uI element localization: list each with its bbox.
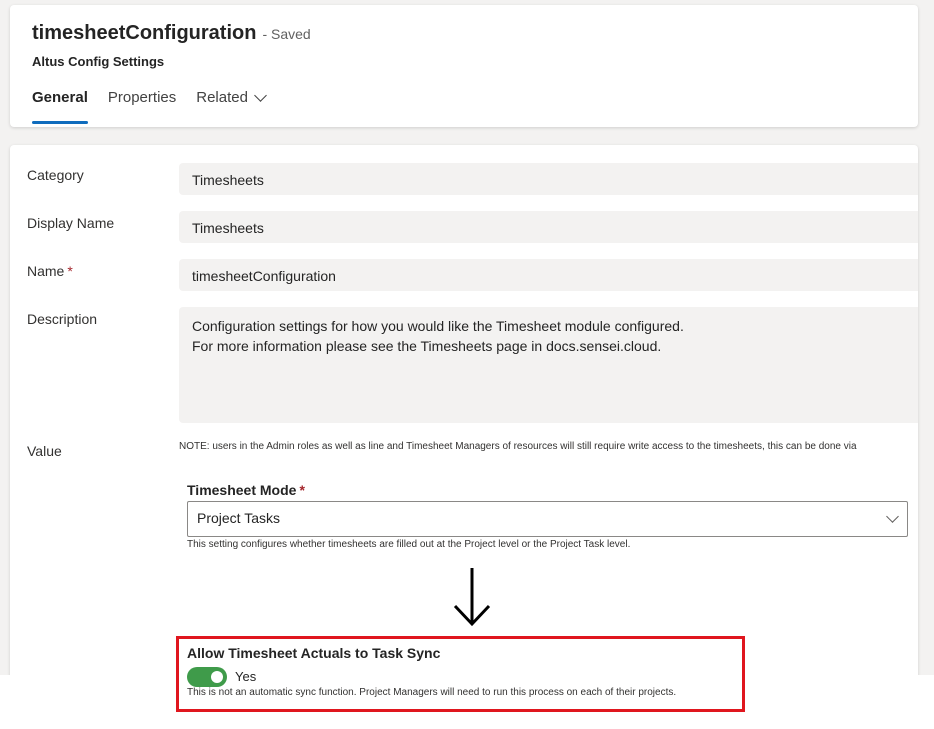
name-field[interactable]: timesheetConfiguration xyxy=(179,259,918,291)
required-marker: * xyxy=(299,482,305,498)
tab-related[interactable]: Related xyxy=(196,89,267,125)
save-status: - Saved xyxy=(262,26,311,42)
description-label: Description xyxy=(27,311,98,327)
required-marker: * xyxy=(67,263,73,279)
entity-name: Altus Config Settings xyxy=(32,54,165,69)
display-name-field[interactable]: Timesheets xyxy=(179,211,918,243)
record-title: timesheetConfiguration xyxy=(32,22,257,44)
timesheet-mode-help: This setting configures whether timeshee… xyxy=(187,539,631,550)
task-sync-toggle-text: Yes xyxy=(235,669,257,684)
category-label: Category xyxy=(27,167,84,183)
task-sync-label: Allow Timesheet Actuals to Task Sync xyxy=(187,645,441,661)
description-line-2: For more information please see the Time… xyxy=(192,338,662,354)
name-label: Name * xyxy=(27,263,73,279)
tab-related-label: Related xyxy=(196,89,248,106)
timesheet-mode-label-text: Timesheet Mode xyxy=(187,482,297,498)
display-name-label: Display Name xyxy=(27,215,115,231)
description-field[interactable]: Configuration settings for how you would… xyxy=(179,307,918,423)
tab-general[interactable]: General xyxy=(32,89,88,125)
tab-properties[interactable]: Properties xyxy=(108,89,176,125)
category-field[interactable]: Timesheets xyxy=(179,163,918,195)
chevron-down-icon xyxy=(254,89,267,102)
tab-list: General Properties Related xyxy=(32,89,285,125)
title-row: timesheetConfiguration - Saved xyxy=(32,22,311,45)
task-sync-toggle[interactable] xyxy=(187,667,227,687)
timesheet-mode-label: Timesheet Mode * xyxy=(187,482,305,498)
name-label-text: Name xyxy=(27,263,65,279)
toggle-knob xyxy=(211,671,223,683)
tab-properties-label: Properties xyxy=(107,89,177,106)
highlight-box: Allow Timesheet Actuals to Task Sync Yes… xyxy=(176,636,745,712)
task-sync-help: This is not an automatic sync function. … xyxy=(187,687,677,698)
value-note: NOTE: users in the Admin roles as well a… xyxy=(179,441,857,452)
record-header: timesheetConfiguration - Saved Altus Con… xyxy=(10,5,918,127)
chevron-down-icon xyxy=(886,510,899,523)
timesheet-mode-value: Project Tasks xyxy=(197,510,280,526)
timesheet-mode-select[interactable]: Project Tasks xyxy=(187,501,908,537)
value-label: Value xyxy=(27,443,62,459)
down-arrow-icon xyxy=(453,568,491,627)
tab-general-label: General xyxy=(32,89,88,106)
description-line-1: Configuration settings for how you would… xyxy=(192,318,684,334)
